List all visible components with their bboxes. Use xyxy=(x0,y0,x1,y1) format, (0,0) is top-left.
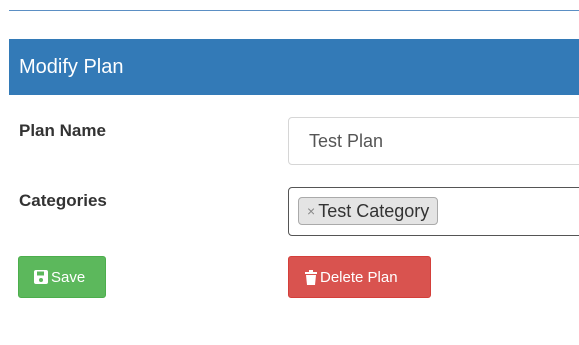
remove-tag-icon[interactable]: × xyxy=(307,203,315,219)
plan-name-label: Plan Name xyxy=(19,121,106,140)
trash-icon xyxy=(305,269,317,285)
save-button-label: Save xyxy=(51,268,86,286)
categories-label: Categories xyxy=(19,191,107,210)
panel-header: Modify Plan xyxy=(9,39,579,95)
categories-select[interactable]: × Test Category xyxy=(288,187,579,236)
category-tag: × Test Category xyxy=(298,197,439,225)
delete-plan-button[interactable]: Delete Plan xyxy=(288,256,431,298)
modify-plan-page: Modify Plan Plan Name Categories × Test … xyxy=(0,0,579,345)
delete-button-label: Delete Plan xyxy=(320,268,398,286)
top-divider xyxy=(9,10,579,11)
plan-name-input[interactable] xyxy=(288,117,579,165)
category-tag-label: Test Category xyxy=(318,200,430,221)
save-button[interactable]: Save xyxy=(18,256,106,298)
panel-title: Modify Plan xyxy=(19,55,124,78)
floppy-disk-icon xyxy=(34,270,48,284)
